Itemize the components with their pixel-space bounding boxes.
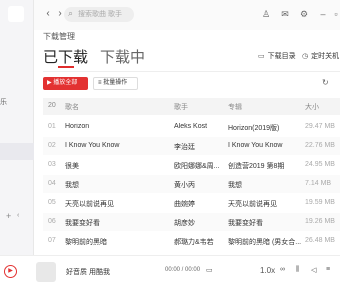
clock-icon: ◷ [302,53,309,60]
row-album[interactable]: 我要变好看 [228,218,303,228]
playlist-icon[interactable]: ≡ [326,266,330,273]
refresh-list-icon[interactable]: ↻ [322,78,329,87]
row-size: 29.47 MB [305,123,335,130]
play-icon: ▶ [47,80,52,86]
scheduled-shutdown-button[interactable]: ◷ 定时关机 [302,51,339,61]
row-album[interactable]: Horizon(2019版) [228,123,303,133]
row-artist[interactable]: 欧阳娜娜&周... [174,161,226,171]
row-artist[interactable]: Aleks Kost [174,123,226,130]
row-size: 26.48 MB [305,237,335,244]
maximize-icon[interactable]: ▫ [330,8,340,20]
table-row[interactable]: 06 我要变好看 胡彦妙 我要变好看 19.26 MB [43,213,340,231]
tab-downloaded[interactable]: 已下载 [43,46,88,67]
header-title[interactable]: 歌名 [65,102,79,112]
row-size: 19.26 MB [305,218,335,225]
app-logo-icon [8,6,24,22]
loop-icon[interactable]: ∞ [280,266,285,273]
settings-icon[interactable]: ⚙ [298,8,310,20]
row-album[interactable]: 我想 [228,180,303,190]
row-album[interactable]: 黎明前的黑暗 (男女合... [228,237,303,247]
row-artist[interactable]: 郝璐力&韦若 [174,237,226,247]
row-number: 02 [48,142,56,149]
row-number: 03 [48,161,56,168]
row-title[interactable]: 天亮以前说再见 [65,199,170,209]
sidebar-item-active[interactable] [0,143,34,160]
table-header: 20 歌名 歌手 专辑 大小 [43,98,340,115]
row-title[interactable]: 黎明前的黑暗 [65,237,170,247]
add-playlist-icon[interactable]: + [6,211,11,221]
page-title: 下载管理 [43,32,75,41]
track-count: 20 [48,102,56,109]
row-number: 04 [48,180,56,187]
table-row[interactable]: 07 黎明前的黑暗 郝璐力&韦若 黎明前的黑暗 (男女合... 26.48 MB [43,232,340,250]
sidebar: 乐 + ‹ [0,0,34,286]
header-divider [43,71,340,72]
play-all-button[interactable]: ▶ 播放全部 [43,77,88,90]
row-size: 22.76 MB [305,142,335,149]
sidebar-label-fragment[interactable]: 乐 [0,97,7,107]
playback-speed[interactable]: 1.0x [260,266,275,275]
back-icon[interactable]: ‹ [42,8,54,20]
header-album[interactable]: 专辑 [228,102,242,112]
row-artist[interactable]: 黄小丙 [174,180,226,190]
row-artist[interactable]: 曲婉婷 [174,199,226,209]
play-pause-icon[interactable]: ▶ [4,265,17,278]
now-playing-title[interactable]: 好音质 用酷我 [66,267,110,277]
row-size: 19.59 MB [305,199,335,206]
header-size[interactable]: 大小 [305,102,319,112]
batch-operation-button[interactable]: ≡ 批量操作 [93,77,138,90]
header-artist[interactable]: 歌手 [174,102,188,112]
table-row[interactable]: 04 我想 黄小丙 我想 7.14 MB [43,175,340,193]
row-number: 01 [48,123,56,130]
minimize-icon[interactable]: – [317,8,329,20]
row-title[interactable]: 我要变好看 [65,218,170,228]
row-album[interactable]: 创造营2019 第8期 [228,161,303,171]
mail-icon[interactable]: ✉ [279,8,291,20]
row-number: 06 [48,218,56,225]
download-folder-button[interactable]: ▭ 下载目录 [258,51,296,61]
table-row[interactable]: 03 很美 欧阳娜娜&周... 创造营2019 第8期 24.95 MB [43,156,340,174]
row-number: 07 [48,237,56,244]
equalizer-icon[interactable]: ⫼ [296,266,299,274]
collapse-icon[interactable]: ‹ [17,212,19,219]
player-bar: ▶ 好音质 用酷我 00:00 / 00:00 ▭ 1.0x ∞ ⫼ ◁ ≡ [0,255,340,286]
row-size: 24.95 MB [305,161,335,168]
row-title[interactable]: 很美 [65,161,170,171]
tab-downloading[interactable]: 下载中 [100,46,145,67]
row-title[interactable]: I Know You Know [65,142,170,149]
top-bar: ‹ › ⟳ ⌕ ♙ ✉ ⚙ – ▫ [34,0,340,30]
volume-icon[interactable]: ◁ [311,266,316,274]
folder-icon: ▭ [258,53,265,60]
album-cover[interactable] [36,262,56,282]
row-title[interactable]: 我想 [65,180,170,190]
table-row[interactable]: 01 Horizon Aleks Kost Horizon(2019版) 29.… [43,118,340,136]
row-artist[interactable]: 胡彦妙 [174,218,226,228]
row-size: 7.14 MB [305,180,332,187]
table-row[interactable]: 05 天亮以前说再见 曲婉婷 天亮以前说再见 19.59 MB [43,194,340,212]
row-number: 05 [48,199,56,206]
search-box[interactable]: ⌕ [64,7,134,22]
table-row[interactable]: 02 I Know You Know 李治廷 I Know You Know 2… [43,137,340,155]
list-icon: ≡ [98,80,102,86]
playback-time: 00:00 / 00:00 [165,267,201,273]
search-input[interactable] [78,9,132,20]
active-tab-indicator [58,66,74,68]
mv-icon[interactable]: ▭ [206,266,213,274]
row-album[interactable]: I Know You Know [228,142,303,149]
row-album[interactable]: 天亮以前说再见 [228,199,303,209]
row-title[interactable]: Horizon [65,123,170,130]
shirt-icon[interactable]: ♙ [260,8,272,20]
row-artist[interactable]: 李治廷 [174,142,226,152]
search-icon: ⌕ [68,8,74,18]
